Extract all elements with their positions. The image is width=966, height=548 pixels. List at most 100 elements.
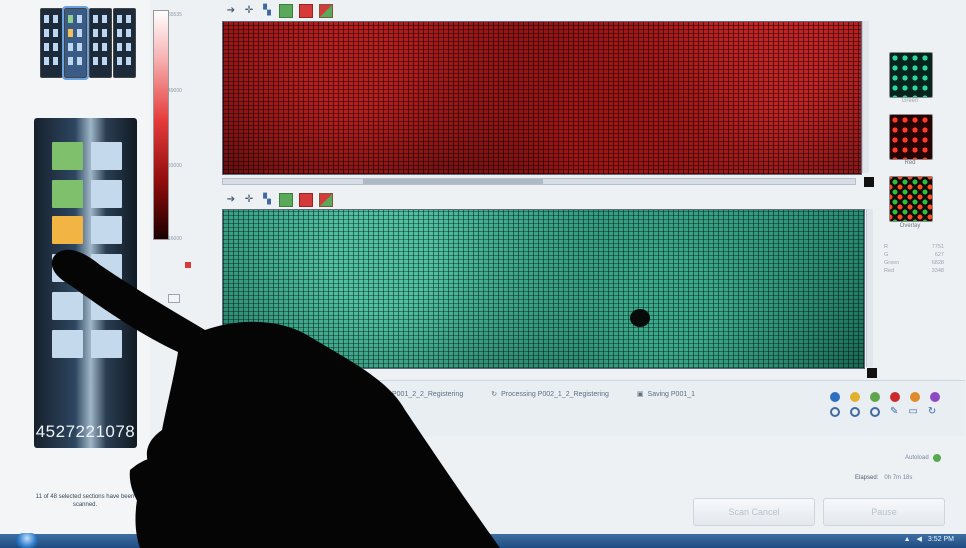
scan-status-message: 11 of 48 selected sections have been sca… — [35, 494, 135, 508]
scale-tick-label: 65535 — [168, 12, 182, 18]
red-image-corner-box — [864, 177, 874, 187]
queue-item-label: Saving P001_1 — [647, 390, 696, 398]
red-channel-preview[interactable] — [889, 114, 933, 160]
view-eye-icon[interactable] — [850, 407, 860, 417]
blue-dot-icon[interactable] — [830, 392, 840, 402]
stat-value: 7751 — [931, 244, 944, 250]
scale-tick-label: 16000 — [168, 236, 182, 242]
system-tray: ▲ ◀ 3:52 PM — [904, 535, 954, 544]
section-12[interactable] — [91, 330, 122, 358]
autoload-label: Autoload — [905, 455, 929, 461]
elapsed-time: Elapsed: 0h 7m 18s — [855, 475, 912, 481]
overlay-toggle-icon[interactable] — [319, 4, 333, 18]
orange-dot-icon[interactable] — [910, 392, 920, 402]
red-image-horizontal-scrollbar[interactable] — [222, 178, 856, 185]
section-11[interactable] — [52, 330, 83, 358]
scale-tick-label: 49000 — [168, 88, 182, 94]
range-slider-handle[interactable] — [168, 294, 180, 303]
section-6[interactable] — [91, 216, 122, 244]
network-icon[interactable]: ▲ — [904, 536, 911, 543]
intensity-color-scale — [153, 10, 169, 240]
queue-item-label: Processing P002_1_2_Registering — [501, 390, 609, 398]
section-5-scanning[interactable] — [52, 216, 83, 244]
purple-dot-icon[interactable] — [930, 392, 940, 402]
zoom-icon[interactable]: ▚ — [261, 194, 273, 206]
overlay-channel-preview[interactable] — [889, 176, 933, 222]
green-image-corner-box — [867, 368, 877, 378]
overlay-channel-label: Overlay — [899, 223, 921, 229]
pan-arrow-icon[interactable]: ➔ — [225, 194, 237, 206]
yellow-dot-icon[interactable] — [850, 392, 860, 402]
green-channel-label: Green — [901, 98, 919, 104]
scan-cancel-button[interactable]: Scan Cancel — [693, 498, 815, 526]
stat-value: 6828 — [931, 260, 944, 266]
start-button[interactable] — [16, 533, 38, 548]
queue-item: ▣ Saving P001_1 — [636, 390, 696, 399]
camera-icon[interactable]: ▭ — [908, 407, 917, 417]
stat-key: R — [884, 244, 888, 250]
green-image-toolbar: ➔ ✛ ▚ — [225, 193, 333, 207]
green-channel-preview[interactable] — [889, 52, 933, 98]
stat-key: Red — [884, 268, 895, 274]
section-3-scanned[interactable] — [52, 180, 83, 208]
pixel-stats-panel: R 7751 G 627 Green 6828 Red 3348 — [884, 243, 944, 275]
pan-arrow-icon[interactable]: ➔ — [225, 5, 237, 17]
status-dot-row — [830, 392, 940, 402]
slide-preview: 4527221078 — [34, 118, 137, 448]
red-range-marker[interactable] — [185, 262, 191, 268]
spinner-icon: ↻ — [491, 391, 498, 398]
elapsed-value: 0h 7m 18s — [884, 475, 913, 481]
crosshair-icon[interactable]: ✛ — [243, 194, 255, 206]
green-range-marker[interactable] — [185, 332, 191, 338]
view-eye-icon[interactable] — [830, 407, 840, 417]
edit-pencil-icon[interactable]: ✎ — [890, 407, 898, 417]
section-1-scanned[interactable] — [52, 142, 83, 170]
green-channel-toggle-icon[interactable] — [279, 193, 293, 207]
red-channel-label: Red — [904, 160, 916, 166]
refresh-icon[interactable]: ↻ — [928, 407, 936, 417]
slide-barcode-id: 4527221078 — [35, 422, 136, 441]
windows-taskbar — [0, 534, 966, 548]
section-7[interactable] — [52, 254, 83, 282]
autoload-status-icon — [932, 454, 941, 462]
red-channel-toggle-icon[interactable] — [299, 4, 313, 18]
zoom-icon[interactable]: ▚ — [261, 5, 273, 17]
section-2[interactable] — [91, 142, 122, 170]
slide-thumbnail-4[interactable] — [113, 8, 136, 78]
green-image-vertical-scrollbar[interactable] — [866, 209, 873, 367]
crosshair-icon[interactable]: ✛ — [243, 5, 255, 17]
red-image-vertical-scrollbar[interactable] — [862, 21, 869, 173]
volume-icon[interactable]: ◀ — [917, 535, 922, 543]
autoload-toggle[interactable]: Autoload — [905, 454, 941, 462]
stat-value: 3348 — [931, 268, 944, 274]
image-defect-spot — [630, 309, 650, 327]
section-4[interactable] — [91, 180, 122, 208]
section-10[interactable] — [91, 292, 122, 320]
view-eye-icon[interactable] — [870, 407, 880, 417]
stat-value: 627 — [934, 252, 944, 258]
pause-button[interactable]: Pause — [823, 498, 945, 526]
section-8[interactable] — [91, 254, 122, 282]
green-dot-icon[interactable] — [870, 392, 880, 402]
queue-item: P001_2_2_Registering — [392, 390, 464, 398]
stat-key: G — [884, 252, 889, 258]
red-channel-scan-image[interactable] — [222, 21, 862, 175]
slide-thumbnail-2-selected[interactable] — [62, 6, 89, 80]
red-dot-icon[interactable] — [890, 392, 900, 402]
scale-tick-label: 33000 — [168, 163, 182, 169]
save-icon: ▣ — [636, 391, 644, 398]
scanner-application-window: 4527221078 11 of 48 selected sections ha… — [0, 0, 966, 548]
slide-thumbnail-1[interactable] — [40, 8, 63, 78]
section-9[interactable] — [52, 292, 83, 320]
clock[interactable]: 3:52 PM — [928, 536, 954, 543]
stat-key: Green — [884, 260, 900, 266]
green-channel-scan-image[interactable] — [222, 209, 865, 369]
queue-item: ↻ Processing P002_1_2_Registering — [491, 390, 609, 399]
elapsed-label: Elapsed: — [855, 475, 879, 481]
overlay-toggle-icon[interactable] — [319, 193, 333, 207]
slide-selection-panel: 4527221078 11 of 48 selected sections ha… — [0, 0, 150, 548]
red-image-toolbar: ➔ ✛ ▚ — [225, 4, 333, 18]
slide-thumbnail-3[interactable] — [89, 8, 112, 78]
red-channel-toggle-icon[interactable] — [299, 193, 313, 207]
green-channel-toggle-icon[interactable] — [279, 4, 293, 18]
